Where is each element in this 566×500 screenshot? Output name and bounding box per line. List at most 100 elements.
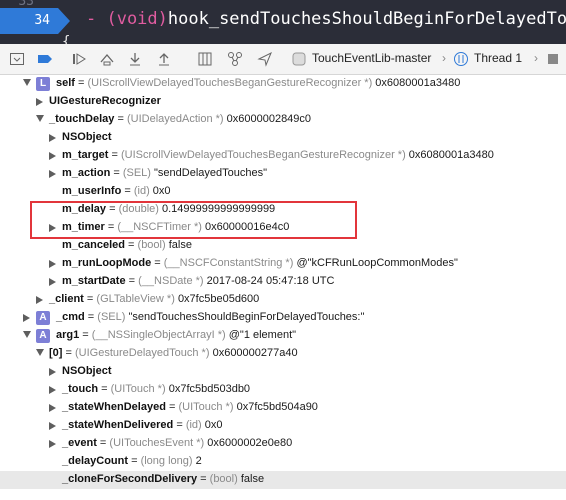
- variable-type: (bool): [137, 239, 166, 251]
- variable-value: false: [168, 239, 192, 251]
- variable-value: 0x7fc5be05d600: [177, 293, 260, 305]
- variable-row[interactable]: A _cmd = (SEL) "sendTouchesShouldBeginFor…: [0, 309, 566, 327]
- disclosure-closed-icon[interactable]: [49, 440, 56, 448]
- variable-row[interactable]: m_canceled = (bool) false: [0, 237, 566, 255]
- variable-row[interactable]: _touch = (UITouch *) 0x7fc5bd503db0: [0, 381, 566, 399]
- variable-row[interactable]: NSObject: [0, 363, 566, 381]
- disclosure-open-icon[interactable]: [36, 349, 44, 356]
- code-keyword: - (void): [86, 9, 168, 29]
- variable-value: 0x0: [152, 185, 171, 197]
- variable-row[interactable]: m_runLoopMode = (__NSCFConstantString *)…: [0, 255, 566, 273]
- disclosure-closed-icon[interactable]: [36, 98, 43, 106]
- variable-type: (UIGestureDelayedTouch *): [75, 347, 210, 359]
- variable-name: self: [56, 77, 75, 89]
- variable-name: UIGestureRecognizer: [49, 95, 161, 107]
- disclosure-closed-icon[interactable]: [36, 296, 43, 304]
- debug-area-toggle-icon[interactable]: [8, 50, 26, 68]
- local-variable-badge-icon: L: [36, 77, 50, 91]
- variable-name: _delayCount: [62, 455, 129, 467]
- breadcrumb-project[interactable]: TouchEventLib-master: [312, 51, 431, 65]
- variable-name: _event: [62, 437, 97, 449]
- thread-icon: [452, 50, 470, 68]
- variable-text: m_action = (SEL) "sendDelayedTouches": [62, 167, 268, 179]
- variable-type: (UITouchesEvent *): [109, 437, 205, 449]
- disclosure-closed-icon[interactable]: [49, 152, 56, 160]
- disclosure-closed-icon[interactable]: [49, 134, 56, 142]
- variable-name: _cmd: [56, 311, 85, 323]
- breakpoints-toggle-icon[interactable]: [36, 50, 54, 68]
- disclosure-open-icon[interactable]: [23, 331, 31, 338]
- variable-name: [0]: [49, 347, 63, 359]
- disclosure-closed-icon[interactable]: [49, 368, 56, 376]
- disclosure-closed-icon[interactable]: [49, 170, 56, 178]
- debug-toolbar: TouchEventLib-master › Thread 1 ›: [0, 44, 566, 75]
- variable-row[interactable]: m_userInfo = (id) 0x0: [0, 183, 566, 201]
- disclosure-closed-icon[interactable]: [49, 386, 56, 394]
- disclosure-open-icon[interactable]: [23, 79, 31, 86]
- variable-text: _client = (GLTableView *) 0x7fc5be05d600: [49, 293, 260, 305]
- variable-text: m_canceled = (bool) false: [62, 239, 192, 251]
- variable-type: (__NSCFConstantString *): [163, 257, 294, 269]
- variable-row[interactable]: _stateWhenDelayed = (UITouch *) 0x7fc5bd…: [0, 399, 566, 417]
- variable-text: _touchDelay = (UIDelayedAction *) 0x6000…: [49, 113, 312, 125]
- disclosure-open-icon[interactable]: [36, 115, 44, 122]
- app-target-icon: [290, 50, 308, 68]
- variable-row[interactable]: Aarg1 = (__NSSingleObjectArrayI *) @"1 e…: [0, 327, 566, 345]
- variable-row[interactable]: _stateWhenDelivered = (id) 0x0: [0, 417, 566, 435]
- variable-row[interactable]: _delayCount = (long long) 2: [0, 453, 566, 471]
- location-icon[interactable]: [256, 50, 274, 68]
- disclosure-closed-icon[interactable]: [49, 278, 56, 286]
- variable-row[interactable]: [0] = (UIGestureDelayedTouch *) 0x600000…: [0, 345, 566, 363]
- variable-value: 0x600000277a40: [212, 347, 298, 359]
- line-number-current: 34: [0, 8, 70, 34]
- variable-text: m_target = (UIScrollViewDelayedTouchesBe…: [62, 149, 494, 161]
- highlight-box: [30, 201, 357, 239]
- variable-type: (id): [185, 419, 202, 431]
- variable-row[interactable]: m_startDate = (__NSDate *) 2017-08-24 05…: [0, 273, 566, 291]
- view-hierarchy-icon[interactable]: [196, 50, 214, 68]
- memory-graph-icon[interactable]: [226, 50, 244, 68]
- variable-row[interactable]: NSObject: [0, 129, 566, 147]
- variable-row[interactable]: _cloneForSecondDelivery = (bool) false: [0, 471, 566, 489]
- variable-text: _event = (UITouchesEvent *) 0x6000002e0e…: [62, 437, 293, 449]
- breadcrumb-thread[interactable]: Thread 1: [474, 51, 522, 65]
- variable-text: _cmd = (SEL) "sendTouchesShouldBeginForD…: [56, 311, 365, 323]
- variable-type: (SEL): [122, 167, 151, 179]
- disclosure-closed-icon[interactable]: [49, 260, 56, 268]
- variable-type: (GLTableView *): [96, 293, 175, 305]
- variable-text: m_runLoopMode = (__NSCFConstantString *)…: [62, 257, 458, 269]
- frame-icon: [544, 50, 562, 68]
- step-out-icon[interactable]: [155, 50, 173, 68]
- variable-row[interactable]: UIGestureRecognizer: [0, 93, 566, 111]
- variable-row[interactable]: _event = (UITouchesEvent *) 0x6000002e0e…: [0, 435, 566, 453]
- variable-value: false: [240, 473, 265, 485]
- variable-value: 0x6000002e0e80: [207, 437, 293, 449]
- variable-value: 2017-08-24 05:47:18 UTC: [206, 275, 335, 287]
- disclosure-closed-icon[interactable]: [49, 404, 56, 412]
- variable-name: _touchDelay: [49, 113, 115, 125]
- variable-text: NSObject: [62, 131, 112, 143]
- disclosure-closed-icon[interactable]: [49, 422, 56, 430]
- variable-value: "sendDelayedTouches": [154, 167, 268, 179]
- variable-row[interactable]: _client = (GLTableView *) 0x7fc5be05d600: [0, 291, 566, 309]
- step-into-icon[interactable]: [126, 50, 144, 68]
- variable-row[interactable]: m_target = (UIScrollViewDelayedTouchesBe…: [0, 147, 566, 165]
- variable-name: _touch: [62, 383, 99, 395]
- variable-row[interactable]: _touchDelay = (UIDelayedAction *) 0x6000…: [0, 111, 566, 129]
- continue-icon[interactable]: [70, 50, 88, 68]
- variable-name: m_runLoopMode: [62, 257, 152, 269]
- variable-row[interactable]: m_action = (SEL) "sendDelayedTouches": [0, 165, 566, 183]
- disclosure-closed-icon[interactable]: [23, 314, 30, 322]
- variable-name: _cloneForSecondDelivery: [62, 473, 198, 485]
- variable-text: _cloneForSecondDelivery = (bool) false: [62, 473, 265, 485]
- variable-text: _stateWhenDelivered = (id) 0x0: [62, 419, 223, 431]
- variable-name: NSObject: [62, 131, 112, 143]
- step-over-icon[interactable]: [98, 50, 116, 68]
- line-number-current-label: 34: [34, 13, 50, 28]
- variable-row[interactable]: Lself = (UIScrollViewDelayedTouchesBegan…: [0, 75, 566, 93]
- variable-value: 0x7fc5bd503db0: [168, 383, 251, 395]
- variable-text: m_userInfo = (id) 0x0: [62, 185, 171, 197]
- variable-value: 2: [195, 455, 202, 467]
- breadcrumb-separator-icon: ›: [442, 51, 446, 65]
- variable-text: _touch = (UITouch *) 0x7fc5bd503db0: [62, 383, 251, 395]
